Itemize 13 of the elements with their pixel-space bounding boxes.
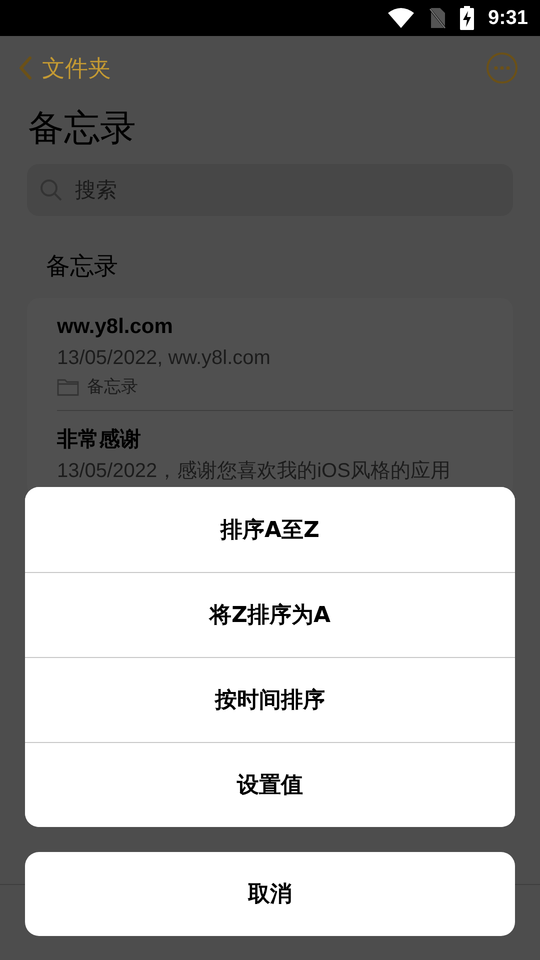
page-title: 备忘录: [27, 107, 137, 151]
section-heading: 备忘录: [45, 251, 119, 282]
clock-time: 9:31: [488, 6, 528, 30]
note-title: 非常感谢: [57, 427, 142, 453]
wifi-icon: [388, 8, 414, 28]
no-sim-icon: [428, 7, 446, 29]
more-icon[interactable]: [486, 52, 518, 84]
chevron-left-icon: [18, 56, 32, 80]
sheet-option[interactable]: 设置值: [25, 742, 515, 827]
cancel-button[interactable]: 取消: [25, 852, 515, 936]
battery-charging-icon: [460, 6, 474, 30]
folder-icon: [57, 378, 79, 396]
note-title: ww.y8l.com: [57, 314, 174, 340]
